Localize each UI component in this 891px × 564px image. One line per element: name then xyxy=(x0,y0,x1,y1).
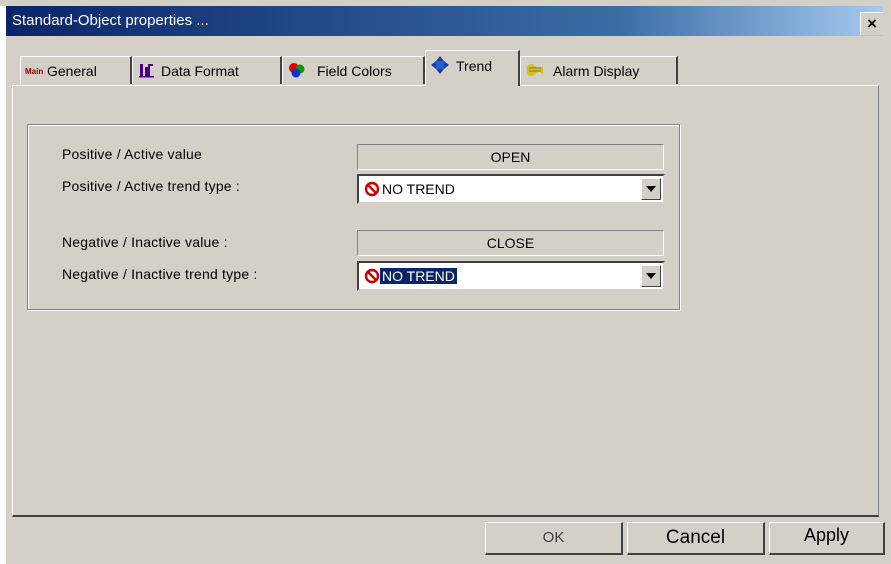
data-format-icon xyxy=(139,64,154,78)
tab-trend[interactable]: Trend xyxy=(425,50,520,86)
close-button[interactable]: × xyxy=(860,12,883,35)
negative-trend-label: Negative / Inactive trend type : xyxy=(62,266,258,282)
positive-value-label: Positive / Active value xyxy=(62,146,202,162)
tab-field-colors[interactable]: Field Colors xyxy=(282,56,425,84)
window-border xyxy=(0,6,6,564)
positive-trend-select[interactable]: NO TREND xyxy=(357,174,665,204)
svg-text:Main: Main xyxy=(25,67,43,76)
cancel-button[interactable]: Cancel xyxy=(627,522,765,555)
apply-button[interactable]: Apply xyxy=(769,522,885,555)
tab-label: Trend xyxy=(456,58,493,74)
positive-value-field: OPEN xyxy=(357,144,664,170)
tab-label: Field Colors xyxy=(317,63,392,79)
tab-label: General xyxy=(47,63,97,79)
ok-button[interactable]: OK xyxy=(485,522,623,555)
negative-value-field: CLOSE xyxy=(357,230,664,256)
field-colors-icon xyxy=(289,63,305,78)
positive-trend-label: Positive / Active trend type : xyxy=(62,178,240,194)
no-entry-icon xyxy=(364,268,380,284)
negative-trend-value: NO TREND xyxy=(379,267,458,285)
no-entry-icon xyxy=(364,181,380,197)
positive-trend-value: NO TREND xyxy=(382,181,455,197)
tab-label: Alarm Display xyxy=(553,63,640,79)
alarm-display-icon xyxy=(527,64,543,76)
tab-alarm-display[interactable]: Alarm Display xyxy=(520,56,678,84)
dropdown-arrow-icon[interactable] xyxy=(641,178,661,200)
window-title: Standard-Object properties ... xyxy=(12,12,209,29)
title-bar[interactable]: Standard-Object properties ... × xyxy=(6,6,883,36)
main-badge-icon: Main xyxy=(25,67,43,76)
tab-data-format[interactable]: Data Format xyxy=(132,56,282,84)
negative-trend-select[interactable]: NO TREND xyxy=(357,261,665,291)
tab-general[interactable]: Main General xyxy=(20,56,132,84)
tab-label: Data Format xyxy=(161,63,239,79)
trend-icon xyxy=(431,56,449,74)
negative-value-label: Negative / Inactive value : xyxy=(62,234,228,250)
dropdown-arrow-icon[interactable] xyxy=(641,265,661,287)
